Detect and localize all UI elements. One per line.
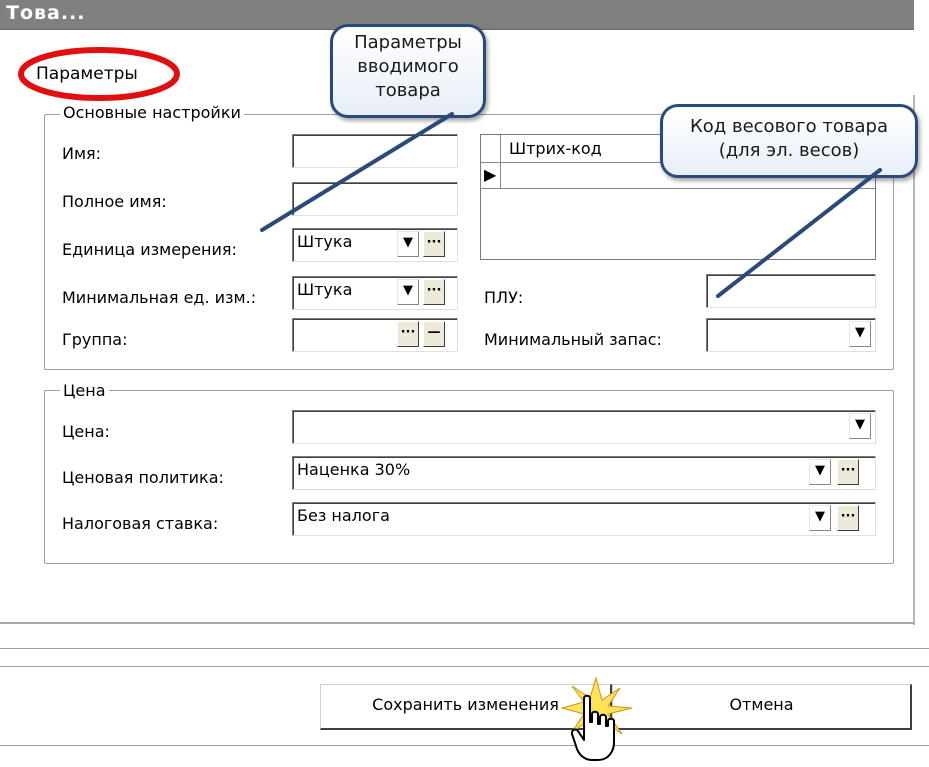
hand-cursor-icon xyxy=(570,694,615,761)
callout-pointers xyxy=(260,112,882,298)
callout-pointer-line xyxy=(260,112,454,232)
callout-pointer-line xyxy=(716,168,882,298)
